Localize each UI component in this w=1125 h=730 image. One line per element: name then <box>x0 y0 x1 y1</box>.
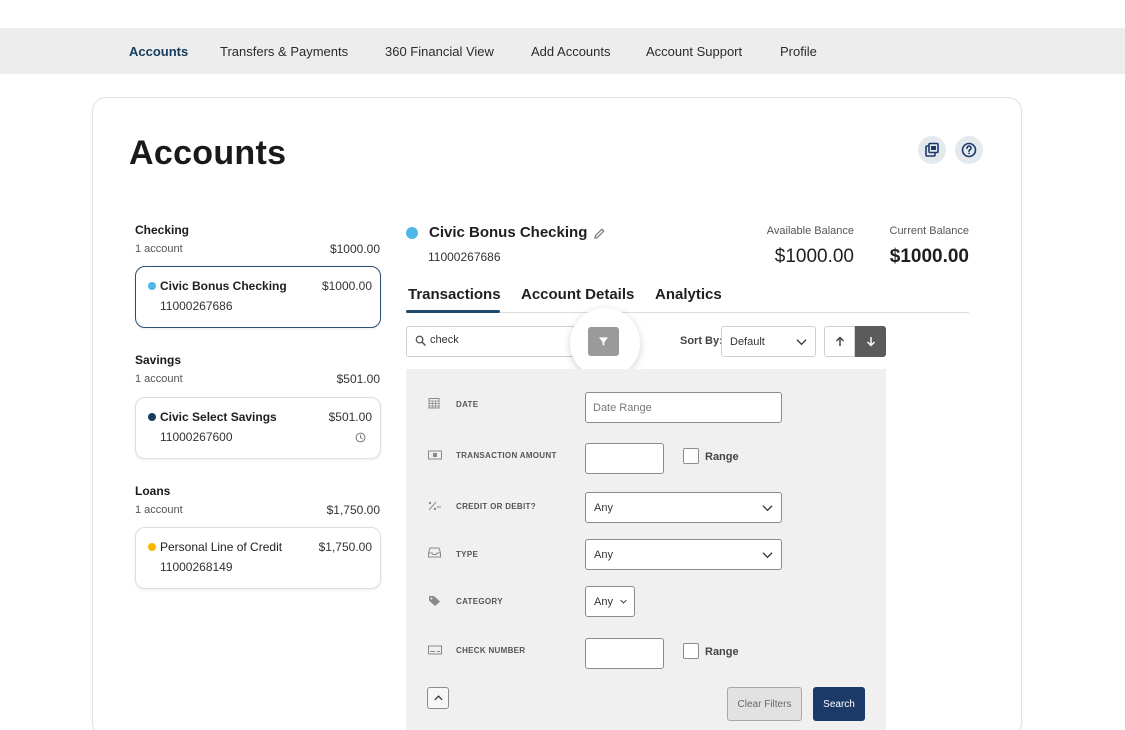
page-title: Accounts <box>129 134 287 172</box>
search-button[interactable]: Search <box>813 687 865 721</box>
transaction-amount-input[interactable] <box>585 443 664 474</box>
help-icon <box>961 142 977 158</box>
check-number-input[interactable] <box>585 638 664 669</box>
credit-debit-value: Any <box>594 502 613 514</box>
check-icon <box>428 645 442 655</box>
nav-transfers-payments[interactable]: Transfers & Payments <box>220 44 348 59</box>
account-card-checking[interactable]: Civic Bonus Checking 11000267686 $1000.0… <box>135 266 381 328</box>
search-input[interactable] <box>430 334 570 346</box>
category-select[interactable]: Any <box>585 586 635 617</box>
account-card-savings[interactable]: Civic Select Savings 11000267600 $501.00 <box>135 397 381 459</box>
sort-by-label: Sort By: <box>680 335 723 347</box>
credit-debit-label: Credit or Debit? <box>456 502 536 511</box>
cash-icon <box>428 450 442 460</box>
account-card-number: 11000268149 <box>160 560 233 574</box>
account-card-loan[interactable]: Personal Line of Credit 11000268149 $1,7… <box>135 527 381 589</box>
filter-icon <box>598 337 609 346</box>
chevron-down-icon <box>762 552 773 559</box>
nav-profile[interactable]: Profile <box>780 44 817 59</box>
account-number: 11000267686 <box>428 250 501 264</box>
account-card-number: 11000267600 <box>160 430 233 444</box>
account-title: Civic Bonus Checking <box>429 224 588 241</box>
group-total-loans: $1,750.00 <box>326 503 380 517</box>
clear-filters-button[interactable]: Clear Filters <box>727 687 802 721</box>
account-card-balance: $501.00 <box>328 410 372 424</box>
type-value: Any <box>594 549 613 561</box>
account-color-dot <box>148 282 156 290</box>
print-button[interactable] <box>918 136 946 164</box>
tag-icon <box>429 596 440 606</box>
transaction-search[interactable] <box>406 326 580 357</box>
date-filter-label: Date <box>456 400 479 409</box>
collapse-filters-button[interactable] <box>427 687 449 709</box>
account-card-balance: $1000.00 <box>321 279 372 293</box>
amount-range-label: Range <box>705 451 739 463</box>
available-balance-label: Available Balance <box>766 225 854 237</box>
print-icon <box>925 142 939 157</box>
chevron-up-icon <box>433 695 443 701</box>
tab-transactions[interactable]: Transactions <box>408 286 501 303</box>
top-nav: Accounts Transfers & Payments 360 Financ… <box>0 28 1125 74</box>
account-color-dot <box>148 413 156 421</box>
date-range-input[interactable] <box>585 392 782 423</box>
group-total-savings: $501.00 <box>336 372 380 386</box>
category-label: Category <box>456 597 503 606</box>
chevron-down-icon <box>762 505 773 512</box>
type-select[interactable]: Any <box>585 539 782 570</box>
category-value: Any <box>594 596 613 608</box>
clock-icon <box>355 432 366 443</box>
account-color-dot <box>406 227 418 239</box>
nav-add-accounts[interactable]: Add Accounts <box>531 44 611 59</box>
chevron-down-icon <box>620 599 627 604</box>
account-card-name: Personal Line of Credit <box>160 540 283 554</box>
check-range-label: Range <box>705 646 739 658</box>
arrow-down-icon <box>866 337 875 347</box>
chevron-down-icon <box>796 339 807 346</box>
calendar-icon <box>428 398 440 409</box>
credit-debit-select[interactable]: Any <box>585 492 782 523</box>
account-card-number: 11000267686 <box>160 299 233 313</box>
tab-analytics[interactable]: Analytics <box>655 286 722 303</box>
amount-range-checkbox[interactable] <box>683 448 699 464</box>
filter-button[interactable] <box>588 327 619 356</box>
arrow-up-icon <box>835 336 844 346</box>
tab-account-details[interactable]: Account Details <box>521 286 634 303</box>
inbox-icon <box>428 547 441 558</box>
account-card-name: Civic Bonus Checking <box>160 279 287 293</box>
check-number-label: Check Number <box>456 646 526 655</box>
sort-by-select[interactable]: Default <box>721 326 816 357</box>
type-label: Type <box>456 550 479 559</box>
nav-account-support[interactable]: Account Support <box>646 44 742 59</box>
nav-360-financial-view[interactable]: 360 Financial View <box>385 44 494 59</box>
group-title-checking: Checking <box>135 223 190 237</box>
current-balance-value: $1000.00 <box>889 246 969 267</box>
search-icon <box>415 335 426 346</box>
group-title-loans: Loans <box>135 484 171 498</box>
transaction-amount-label: Transaction Amount <box>456 451 557 460</box>
active-tab-indicator <box>406 310 500 313</box>
group-total-checking: $1000.00 <box>329 242 380 256</box>
account-card-name: Civic Select Savings <box>160 410 277 424</box>
account-card-balance: $1,750.00 <box>318 540 372 554</box>
sort-ascending-button[interactable] <box>824 326 855 357</box>
help-button[interactable] <box>955 136 983 164</box>
sort-by-value: Default <box>730 336 765 348</box>
account-color-dot <box>148 543 156 551</box>
percent-icon <box>428 501 441 511</box>
nav-accounts[interactable]: Accounts <box>129 44 188 59</box>
edit-icon[interactable] <box>593 227 606 240</box>
group-title-savings: Savings <box>135 353 182 367</box>
current-balance-label: Current Balance <box>889 225 970 237</box>
sort-descending-button[interactable] <box>855 326 886 357</box>
check-range-checkbox[interactable] <box>683 643 699 659</box>
available-balance-value: $1000.00 <box>774 246 854 267</box>
